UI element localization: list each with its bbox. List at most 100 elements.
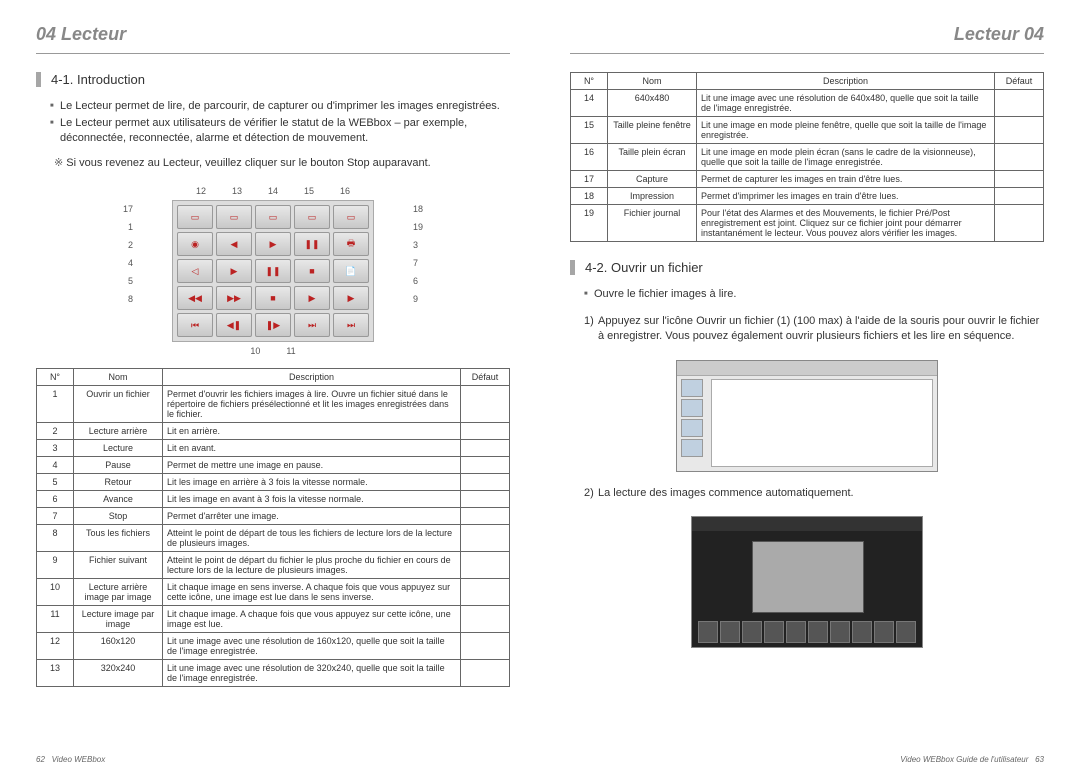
cell-nom: Lecture arrière: [74, 423, 163, 440]
callout: 18: [413, 204, 423, 214]
table-row: 2Lecture arrièreLit en arrière.: [37, 423, 510, 440]
cell-desc: Lit une image avec une résolution de 320…: [163, 660, 461, 687]
cell-nom: 320x240: [74, 660, 163, 687]
player-button[interactable]: ▭: [216, 205, 252, 229]
col-n: N°: [571, 73, 608, 90]
col-desc: Description: [697, 73, 995, 90]
chapter-header-right: Lecteur 04: [570, 24, 1044, 45]
cell-desc: Lit une image en mode plein écran (sans …: [697, 144, 995, 171]
player-button[interactable]: ❚❚: [255, 259, 291, 283]
player-button[interactable]: ❚❚: [294, 232, 330, 256]
cell-n: 17: [571, 171, 608, 188]
cell-desc: Pour l'état des Alarmes et des Mouvement…: [697, 205, 995, 242]
callout: 15: [304, 186, 314, 196]
cell-n: 7: [37, 508, 74, 525]
player-button[interactable]: ◀◀: [177, 286, 213, 310]
player-button[interactable]: ■: [255, 286, 291, 310]
chapter-header-left: 04 Lecteur: [36, 24, 510, 45]
cell-desc: Lit en avant.: [163, 440, 461, 457]
player-button[interactable]: ⏭: [294, 313, 330, 337]
callout: 16: [340, 186, 350, 196]
cell-desc: Lit chaque image en sens inverse. A chaq…: [163, 579, 461, 606]
table-row: 3LectureLit en avant.: [37, 440, 510, 457]
right-page: Lecteur 04 N° Nom Description Défaut 146…: [570, 24, 1044, 760]
section-title-open: 4-2. Ouvrir un fichier: [570, 260, 1044, 275]
player-window-screenshot: [691, 516, 923, 648]
cell-n: 4: [37, 457, 74, 474]
col-def: Défaut: [461, 369, 510, 386]
player-button[interactable]: ▭: [177, 205, 213, 229]
intro-bullets: Le Lecteur permet de lire, de parcourir,…: [36, 99, 510, 148]
player-button[interactable]: 🖶: [333, 232, 369, 256]
open-steps: 1)Appuyez sur l'icône Ouvrir un fichier …: [570, 314, 1044, 346]
cell-n: 10: [37, 579, 74, 606]
player-button[interactable]: ▶: [216, 259, 252, 283]
cell-n: 18: [571, 188, 608, 205]
player-button[interactable]: 📄: [333, 259, 369, 283]
player-button[interactable]: ⏭: [333, 313, 369, 337]
table-row: 13320x240Lit une image avec une résoluti…: [37, 660, 510, 687]
chapter-number: 04: [36, 24, 56, 44]
player-button[interactable]: ▶: [333, 286, 369, 310]
player-button[interactable]: ◀❚: [216, 313, 252, 337]
cell-def: [461, 606, 510, 633]
divider: [36, 53, 510, 54]
cell-nom: Lecture: [74, 440, 163, 457]
divider: [570, 53, 1044, 54]
cell-n: 2: [37, 423, 74, 440]
player-button[interactable]: ⏮: [177, 313, 213, 337]
player-button[interactable]: ▭: [333, 205, 369, 229]
cell-def: [995, 205, 1044, 242]
footer-right: Video WEBbox Guide de l'utilisateur 63: [900, 755, 1044, 764]
callout: 19: [413, 222, 423, 232]
cell-n: 9: [37, 552, 74, 579]
cell-nom: Tous les fichiers: [74, 525, 163, 552]
cell-nom: 160x120: [74, 633, 163, 660]
player-button[interactable]: ▶: [294, 286, 330, 310]
player-button[interactable]: ◁: [177, 259, 213, 283]
cell-nom: Pause: [74, 457, 163, 474]
step-1: 1)Appuyez sur l'icône Ouvrir un fichier …: [584, 314, 1044, 344]
callout: 13: [232, 186, 242, 196]
cell-nom: Retour: [74, 474, 163, 491]
cell-def: [995, 117, 1044, 144]
cell-desc: Lit une image en mode pleine fenêtre, qu…: [697, 117, 995, 144]
cell-def: [461, 457, 510, 474]
chapter-title: Lecteur: [61, 24, 126, 44]
intro-bullet: Le Lecteur permet de lire, de parcourir,…: [50, 99, 510, 114]
player-button[interactable]: ◀: [216, 232, 252, 256]
table-row: 19Fichier journalPour l'état des Alarmes…: [571, 205, 1044, 242]
cell-n: 13: [37, 660, 74, 687]
player-button[interactable]: ▶: [255, 232, 291, 256]
cell-n: 1: [37, 386, 74, 423]
cell-def: [461, 386, 510, 423]
open-steps-2: 2)La lecture des images commence automat…: [570, 486, 1044, 503]
player-button-grid: ▭▭▭▭▭ ◉◀▶❚❚🖶 ◁▶❚❚■📄 ◀◀▶▶■▶▶ ⏮◀❚❚▶⏭⏭: [172, 200, 374, 342]
player-button[interactable]: ■: [294, 259, 330, 283]
player-button[interactable]: ◉: [177, 232, 213, 256]
cell-desc: Permet d'ouvrir les fichiers images à li…: [163, 386, 461, 423]
cell-desc: Lit en arrière.: [163, 423, 461, 440]
player-button[interactable]: ▭: [255, 205, 291, 229]
callout: 7: [413, 258, 423, 268]
player-button[interactable]: ▭: [294, 205, 330, 229]
cell-nom: Lecture arrière image par image: [74, 579, 163, 606]
cell-def: [461, 552, 510, 579]
player-button[interactable]: ▶▶: [216, 286, 252, 310]
cell-def: [461, 423, 510, 440]
table-row: 11Lecture image par imageLit chaque imag…: [37, 606, 510, 633]
player-controls-figure: 12 13 14 15 16 17 1 2 4 5 8 ▭▭▭▭▭ ◉◀▶❚❚🖶: [123, 186, 423, 356]
table-row: 18ImpressionPermet d'imprimer les images…: [571, 188, 1044, 205]
cell-def: [461, 508, 510, 525]
callout: 5: [123, 276, 133, 286]
chapter-title: Lecteur: [954, 24, 1019, 44]
cell-desc: Lit chaque image. A chaque fois que vous…: [163, 606, 461, 633]
cell-n: 3: [37, 440, 74, 457]
callout: 4: [123, 258, 133, 268]
open-bullet: Ouvre le fichier images à lire.: [584, 287, 1044, 302]
cell-def: [995, 188, 1044, 205]
player-button[interactable]: ❚▶: [255, 313, 291, 337]
callout: 11: [286, 346, 295, 356]
cell-nom: Capture: [608, 171, 697, 188]
table-row: 6AvanceLit les image en avant à 3 fois l…: [37, 491, 510, 508]
